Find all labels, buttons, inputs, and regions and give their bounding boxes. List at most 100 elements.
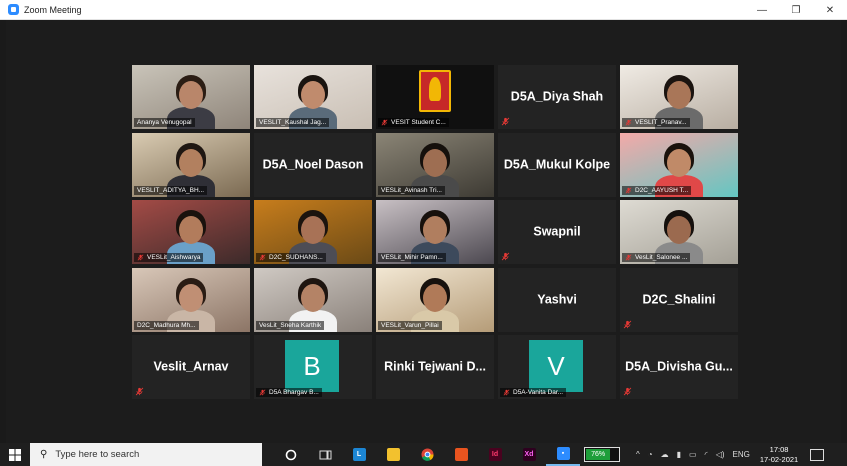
muted-mic-icon <box>259 254 266 261</box>
participant-display-name: D5A_Mukul Kolpe <box>503 156 611 171</box>
participant-name: D5A Bhargav B... <box>269 389 319 396</box>
meeting-area: Ananya Venugopal VESLIT_Kaushal Jag... VES… <box>6 20 841 443</box>
participant-tile[interactable]: Swapnil <box>498 200 616 264</box>
participant-tile[interactable]: VESLIT_ADITYA_BH... <box>132 132 250 197</box>
adobe-xd-icon[interactable]: Xd <box>512 443 546 466</box>
participant-tile[interactable]: VESLIT_Kaushal Jag... <box>254 65 372 129</box>
participant-name: VESLIT_ADITYA_BH... <box>137 186 205 194</box>
participant-tile[interactable]: D5A_Mukul Kolpe <box>498 132 616 197</box>
windows-icon <box>9 448 21 461</box>
participant-name-label: VesLit_Sneha Karthik <box>256 320 325 330</box>
participant-tile[interactable]: D2C_SUDHANS... <box>254 200 372 264</box>
usb-icon[interactable]: ▮ <box>677 450 681 459</box>
participant-tile[interactable]: D5A_Diya Shah <box>498 65 616 129</box>
participant-name-label: D5A Bhargav B... <box>256 388 322 397</box>
restore-button[interactable]: ❐ <box>779 0 813 20</box>
participant-tile[interactable]: D2C_Shalini <box>620 267 738 332</box>
participant-tile[interactable]: Rinki Tejwani D... <box>376 335 494 399</box>
person-face <box>301 216 325 244</box>
participant-name: VesLit_Sneha Karthik <box>259 321 322 329</box>
taskbar-search[interactable]: ⚲ Type here to search <box>30 443 262 466</box>
participant-name: D5A-Vanita Dar... <box>513 389 564 396</box>
participant-display-name: D5A_Noel Dason <box>262 156 364 171</box>
ves-logo-flame-icon <box>429 77 441 101</box>
person-face <box>423 283 447 312</box>
notification-icon[interactable] <box>810 448 825 461</box>
chevron-up-icon[interactable]: ^ <box>636 450 640 459</box>
close-button[interactable]: ✕ <box>813 0 847 20</box>
participant-tile[interactable]: VESLit_Aishwarya <box>132 200 250 264</box>
battery-indicator[interactable]: 76% <box>584 447 620 462</box>
person-face <box>301 81 325 109</box>
participant-tile[interactable]: VESLit_Mihir Pamn... <box>376 200 494 264</box>
libreoffice-icon[interactable]: L <box>342 443 376 466</box>
participant-name-label: D5A-Vanita Dar... <box>500 388 567 397</box>
person-face <box>179 216 203 244</box>
muted-mic-icon <box>501 117 510 126</box>
wifi-icon[interactable]: ◜ <box>705 450 708 459</box>
person-face <box>179 148 203 177</box>
participant-tile[interactable]: VesLit_Salonee ... <box>620 200 738 264</box>
muted-mic-icon <box>137 254 144 261</box>
participant-tile[interactable]: D2C_AAYUSH T... <box>620 132 738 197</box>
participant-name: VESLit_Mihir Pamn... <box>381 254 443 261</box>
participant-tile[interactable]: VESLit_Varun_Pillai <box>376 267 494 332</box>
volume-icon[interactable]: ◁) <box>716 450 725 459</box>
window-controls: — ❐ ✕ <box>745 0 847 20</box>
muted-mic-icon <box>135 387 144 396</box>
cloud-icon[interactable]: ☁ <box>661 450 669 459</box>
participant-name-label: D2C_AAYUSH T... <box>622 185 692 195</box>
participant-tile[interactable]: VESIT Student C... <box>376 65 494 129</box>
participant-tile[interactable]: B D5A Bhargav B... <box>254 335 372 399</box>
indesign-icon[interactable]: Id <box>478 443 512 466</box>
participant-display-name: Rinki Tejwani D... <box>384 359 486 374</box>
participant-name-label: VESLit_Avinash Tri... <box>378 185 445 195</box>
participant-tile[interactable]: D2C_Madhura Mh... <box>132 267 250 332</box>
participant-name: Ananya Venugopal <box>137 119 192 126</box>
zoom-app-icon <box>8 4 19 15</box>
search-placeholder: Type here to search <box>55 449 140 460</box>
participant-name: VESLit_Varun_Pillai <box>381 321 439 329</box>
network-icon[interactable]: ◔ <box>648 450 653 459</box>
participant-display-name: Swapnil <box>533 224 581 239</box>
participant-tile[interactable]: Yashvi <box>498 267 616 332</box>
participant-tile[interactable]: D5A_Divisha Gu... <box>620 335 738 399</box>
person-face <box>667 148 691 177</box>
participant-name-label: D2C_Madhura Mh... <box>134 320 199 330</box>
participant-name: D2C_AAYUSH T... <box>635 186 689 194</box>
participant-tile[interactable]: Veslit_Arnav <box>132 335 250 399</box>
clock[interactable]: 17:08 17-02-2021 <box>760 445 798 465</box>
participant-tile[interactable]: VesLit_Sneha Karthik <box>254 267 372 332</box>
participant-tile[interactable]: VESLIT_Pranav... <box>620 65 738 129</box>
participant-name: VESLIT_Kaushal Jag... <box>259 119 327 126</box>
clock-date: 17-02-2021 <box>759 454 799 464</box>
chrome-icon[interactable] <box>410 443 444 466</box>
participant-tile[interactable]: VESLit_Avinash Tri... <box>376 132 494 197</box>
participant-name: VESLit_Avinash Tri... <box>381 186 442 194</box>
battery-level: 76% <box>586 449 611 460</box>
start-button[interactable] <box>0 443 30 466</box>
system-tray: ^ ◔ ☁ ▮ ▭ ◜ ◁) ENG <box>636 450 750 459</box>
muted-mic-icon <box>503 389 510 396</box>
participant-avatar: B <box>285 340 339 392</box>
title-bar: Zoom Meeting — ❐ ✕ <box>0 0 847 20</box>
file-explorer-icon[interactable] <box>376 443 410 466</box>
participant-tile[interactable]: V D5A-Vanita Dar... <box>498 335 616 399</box>
participant-display-name: D5A_Diya Shah <box>510 89 604 104</box>
participant-tile[interactable]: Ananya Venugopal <box>132 65 250 129</box>
person-face <box>179 283 203 312</box>
participant-name-label: VESLit_Mihir Pamn... <box>378 253 446 262</box>
muted-mic-icon <box>501 252 510 261</box>
cortana-icon[interactable] <box>274 443 308 466</box>
language-indicator[interactable]: ENG <box>733 450 750 459</box>
taskbar-apps: L Id Xd ▪ <box>274 443 580 466</box>
minimize-button[interactable]: — <box>745 0 779 20</box>
participant-tile[interactable]: D5A_Noel Dason <box>254 132 372 197</box>
zoom-icon[interactable]: ▪ <box>546 443 580 466</box>
participant-name-label: VESLIT_Pranav... <box>622 118 690 127</box>
participant-name-label: VESLit_Varun_Pillai <box>378 320 442 330</box>
task-view-icon[interactable] <box>308 443 342 466</box>
battery-icon[interactable]: ▭ <box>689 450 697 459</box>
clock-time: 17:08 <box>769 444 789 454</box>
office-icon[interactable] <box>444 443 478 466</box>
